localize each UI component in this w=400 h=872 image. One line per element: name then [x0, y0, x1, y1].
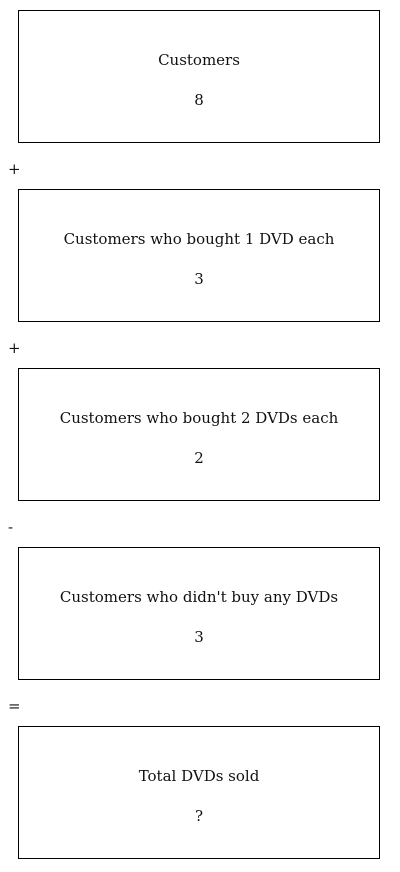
two-dvd-customers-box: Customers who bought 2 DVDs each 2 [18, 368, 380, 501]
one-dvd-customers-box: Customers who bought 1 DVD each 3 [18, 189, 380, 322]
one-dvd-customers-label: Customers who bought 1 DVD each [63, 230, 335, 248]
two-dvd-customers-label: Customers who bought 2 DVDs each [59, 409, 339, 427]
total-dvds-sold-label: Total DVDs sold [138, 767, 260, 785]
minus-operator: - [8, 518, 14, 536]
total-dvds-sold-box: Total DVDs sold ? [18, 726, 380, 859]
equals-operator: = [8, 697, 21, 715]
customers-value: 8 [194, 91, 204, 109]
plus-operator-2: + [8, 339, 21, 357]
plus-operator-1: + [8, 160, 21, 178]
two-dvd-customers-value: 2 [194, 449, 204, 467]
no-dvd-customers-value: 3 [194, 628, 204, 646]
customers-box: Customers 8 [18, 10, 380, 143]
no-dvd-customers-box: Customers who didn't buy any DVDs 3 [18, 547, 380, 680]
customers-label: Customers [158, 51, 240, 69]
no-dvd-customers-label: Customers who didn't buy any DVDs [59, 588, 339, 606]
total-dvds-sold-value: ? [194, 807, 204, 825]
one-dvd-customers-value: 3 [194, 270, 204, 288]
